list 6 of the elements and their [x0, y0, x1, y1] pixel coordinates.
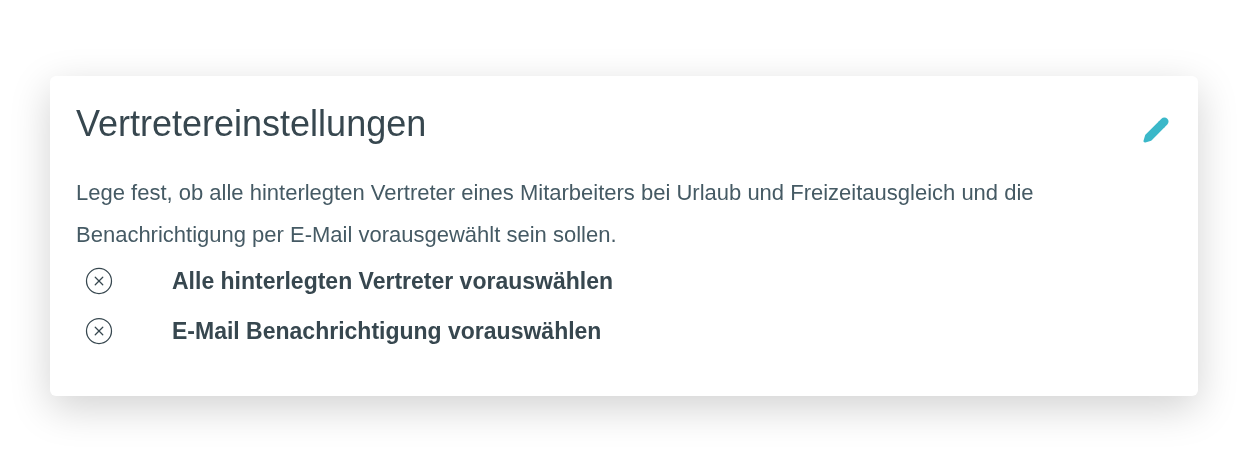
setting-label: Alle hinterlegten Vertreter vorauswählen [172, 266, 613, 296]
edit-button[interactable] [1142, 116, 1170, 144]
card-description: Lege fest, ob alle hinterlegten Vertreter eines Mitarbeiters bei Urlaub und Freizeitausgleich und die Benachrichtigung per E-Mail vorausgewählt sein sollen. [76, 179, 1035, 249]
pencil-icon [1142, 116, 1170, 144]
setting-label: E-Mail Benachrichtigung vorauswählen [172, 316, 602, 346]
card-title: Vertretereinstellungen [76, 102, 427, 146]
